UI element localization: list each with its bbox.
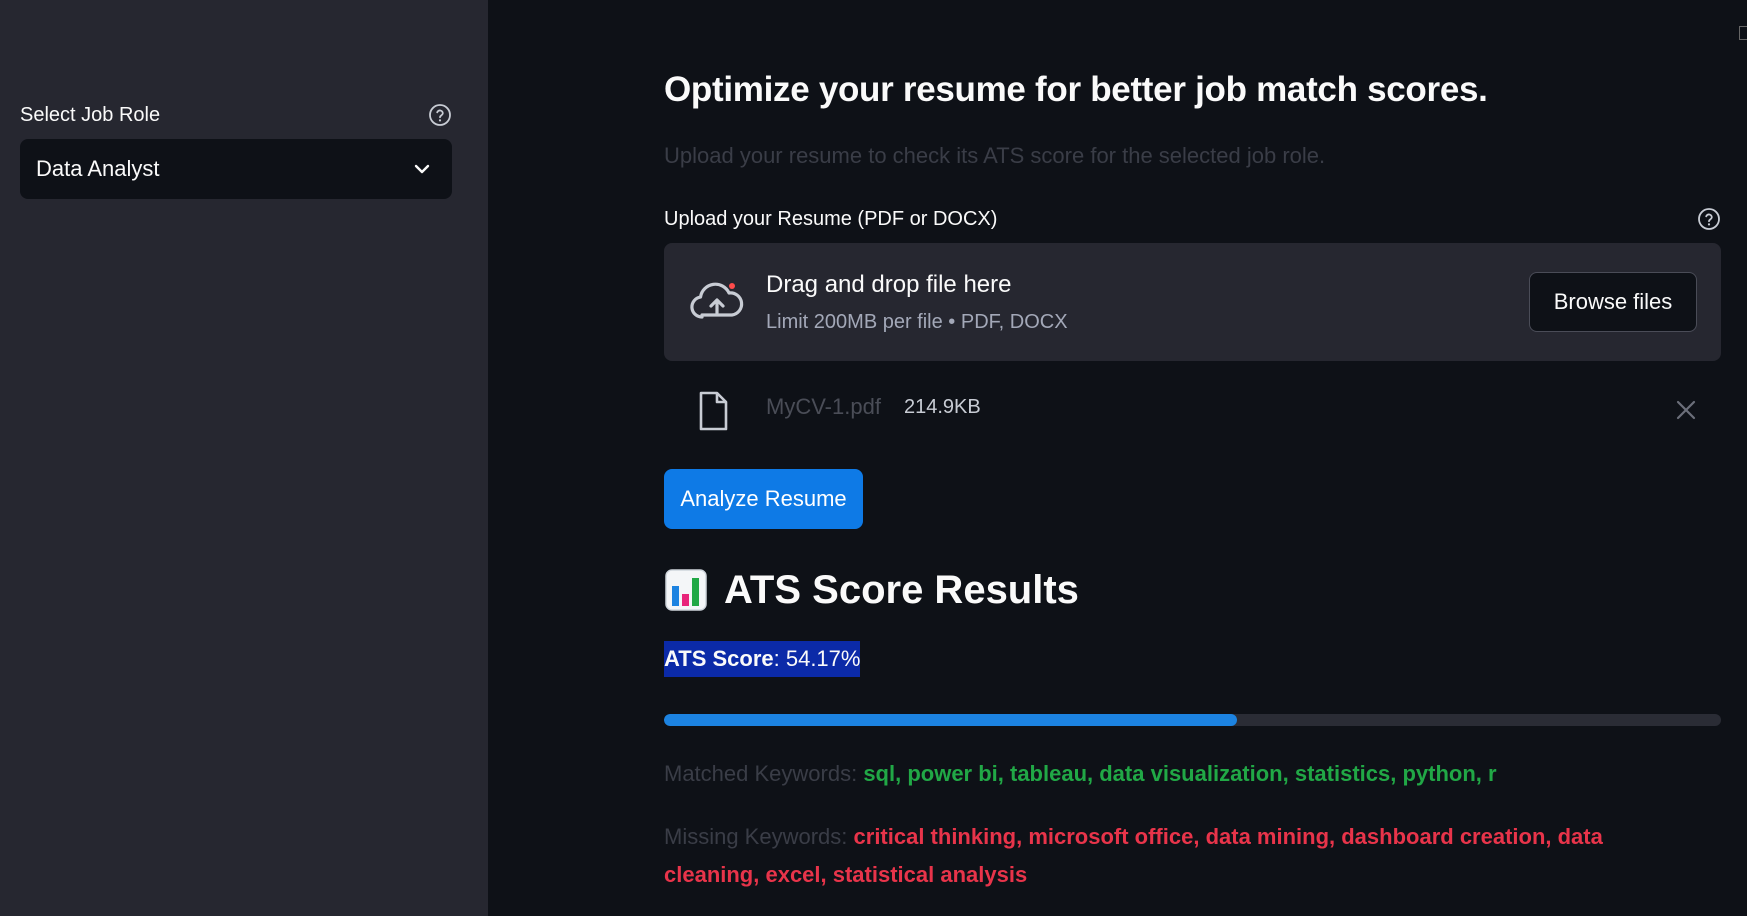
matched-keywords-list: sql, power bi, tableau, data visualizati… xyxy=(863,761,1497,786)
job-role-select[interactable]: Data Analyst xyxy=(20,139,452,199)
ats-score-progress xyxy=(664,714,1721,726)
missing-keywords-label: Missing Keywords: xyxy=(664,824,854,849)
chevron-down-icon xyxy=(414,164,430,174)
sidebar: Select Job Role Data Analyst xyxy=(0,0,488,916)
missing-keywords: Missing Keywords: critical thinking, mic… xyxy=(664,818,1664,894)
uploaded-file-size: 214.9KB xyxy=(904,396,981,418)
help-icon[interactable] xyxy=(1697,207,1721,231)
results-title: ATS Score Results xyxy=(724,567,1079,612)
help-icon[interactable] xyxy=(428,103,452,127)
job-role-label-row: Select Job Role xyxy=(20,103,452,127)
bar-chart-icon xyxy=(665,569,707,611)
file-icon xyxy=(699,391,728,431)
matched-keywords: Matched Keywords: sql, power bi, tableau… xyxy=(664,755,1664,793)
browse-files-button[interactable]: Browse files xyxy=(1529,272,1697,332)
close-icon[interactable] xyxy=(1675,399,1697,421)
results-heading: ATS Score Results xyxy=(664,565,1079,615)
page-title: Optimize your resume for better job matc… xyxy=(664,70,1488,109)
main-content: Optimize your resume for better job matc… xyxy=(488,0,1747,916)
dropzone-limit: Limit 200MB per file • PDF, DOCX xyxy=(766,311,1068,333)
cloud-upload-icon xyxy=(690,282,744,319)
ats-score-value: : 54.17% xyxy=(773,646,861,671)
upload-label: Upload your Resume (PDF or DOCX) xyxy=(664,208,998,230)
job-role-label: Select Job Role xyxy=(20,104,161,126)
uploaded-file-row: MyCV-1.pdf 214.9KB xyxy=(664,385,1721,435)
ats-score-progress-fill xyxy=(664,714,1237,726)
analyze-resume-button[interactable]: Analyze Resume xyxy=(664,469,863,529)
file-dropzone[interactable]: Drag and drop file here Limit 200MB per … xyxy=(664,243,1721,361)
dropzone-title: Drag and drop file here xyxy=(766,271,1012,298)
job-role-selected-value: Data Analyst xyxy=(36,156,160,181)
ats-score-text: ATS Score: 54.17% xyxy=(664,641,861,677)
page-subtitle: Upload your resume to check its ATS scor… xyxy=(664,143,1326,168)
uploaded-file-name: MyCV-1.pdf xyxy=(766,394,881,419)
ats-score-label: ATS Score xyxy=(664,646,774,671)
matched-keywords-label: Matched Keywords: xyxy=(664,761,864,786)
window-edge-icon xyxy=(1739,26,1747,40)
